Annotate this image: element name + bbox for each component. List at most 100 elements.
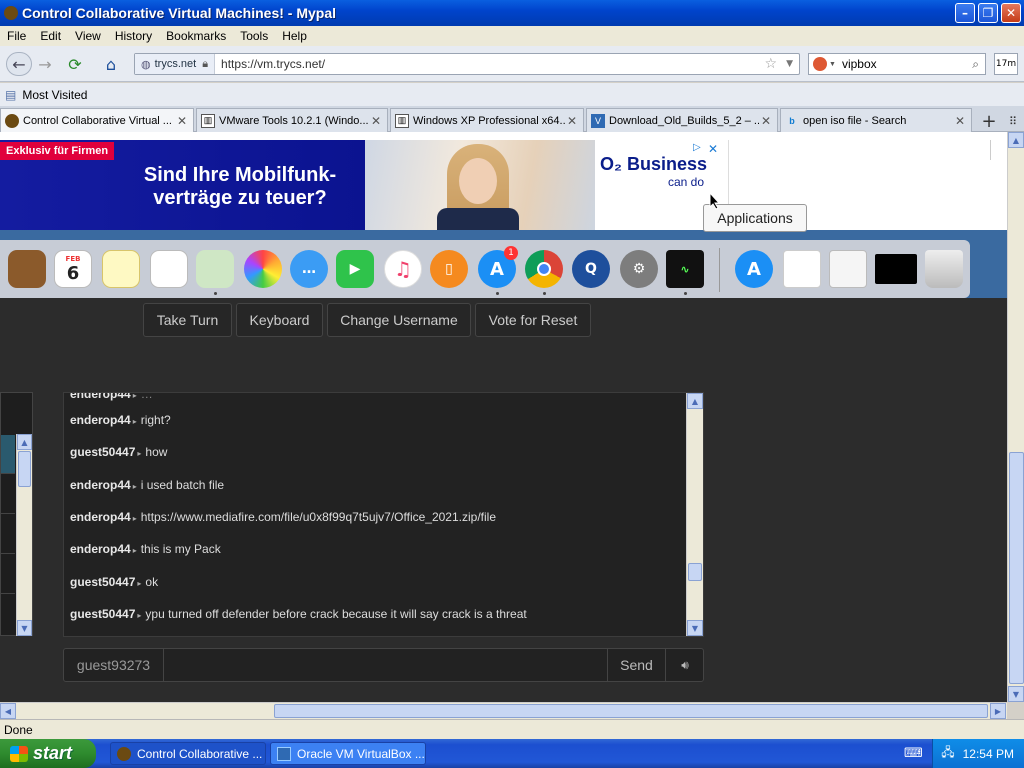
chat-link[interactable]: https://www.mediafire.com/file/u0x8f99q7… (141, 510, 496, 524)
tab-download-old-builds[interactable]: V Download_Old_Builds_5_2 – ... ✕ (586, 108, 778, 132)
maximize-button[interactable]: ❐ (978, 3, 998, 23)
chat-text: how (145, 445, 168, 459)
reload-button[interactable]: ⟳ (62, 52, 88, 76)
new-tab-button[interactable]: + (978, 110, 1000, 132)
clock[interactable]: 12:54 PM (963, 747, 1014, 761)
facetime-icon[interactable]: ▶ (336, 250, 374, 288)
search-box[interactable]: ▼ vipbox ⌕ (808, 53, 986, 75)
page-horizontal-scrollbar[interactable]: ◀ ▶ (0, 702, 1007, 719)
activity-monitor-icon[interactable]: ∿ (666, 250, 704, 288)
scroll-up-icon[interactable]: ▲ (17, 434, 32, 450)
calendar-icon[interactable]: FEB 6 (54, 250, 92, 288)
chat-scrollbar[interactable]: ▲ ▼ (686, 393, 703, 636)
menu-help[interactable]: Help (275, 29, 314, 43)
chat-username: enderop44 (70, 413, 131, 427)
downloads-stack-icon[interactable] (829, 250, 867, 288)
contacts-icon[interactable] (8, 250, 46, 288)
user-list-panel[interactable]: ▲ ▼ (0, 392, 33, 636)
tab-control-collaborative[interactable]: Control Collaborative Virtual ... ✕ (0, 108, 194, 132)
scroll-down-icon[interactable]: ▼ (17, 620, 32, 636)
close-button[interactable]: ✕ (1001, 3, 1021, 23)
chat-message-input[interactable] (165, 649, 607, 681)
applications-folder-icon[interactable]: A (735, 250, 773, 288)
addon-button[interactable]: 17m (994, 53, 1018, 75)
all-tabs-button[interactable]: ⠿ (1004, 110, 1022, 132)
scroll-down-icon[interactable]: ▼ (687, 620, 703, 636)
vote-for-reset-button[interactable]: Vote for Reset (475, 303, 591, 337)
screenshot-stack-icon[interactable] (875, 254, 917, 284)
window-titlebar[interactable]: Control Collaborative Virtual Machines! … (0, 0, 1024, 26)
tab-vmware-tools[interactable]: ▥ VMware Tools 10.2.1 (Windo... ✕ (196, 108, 388, 132)
scroll-down-icon[interactable]: ▼ (1008, 686, 1024, 702)
url-dropdown-icon[interactable]: ▼ (786, 59, 793, 69)
tab-close-icon[interactable]: ✕ (953, 114, 967, 128)
menu-view[interactable]: View (68, 29, 108, 43)
menu-bookmarks[interactable]: Bookmarks (159, 29, 233, 43)
chrome-icon[interactable] (525, 250, 563, 288)
site-identity[interactable]: ◍ trycs.net 🔒︎ (135, 54, 216, 74)
ad-close-icon[interactable]: ✕ (708, 142, 718, 156)
maps-icon[interactable] (196, 250, 234, 288)
start-button[interactable]: start (0, 739, 96, 768)
task-mypal[interactable]: Control Collaborative ... (110, 742, 266, 765)
network-icon[interactable]: 🖧︎ (941, 743, 954, 764)
scroll-thumb[interactable] (18, 451, 31, 487)
trash-icon[interactable] (925, 250, 963, 288)
scroll-thumb[interactable] (274, 704, 988, 718)
menu-file[interactable]: File (0, 29, 33, 43)
duckduckgo-icon[interactable] (813, 57, 827, 71)
search-icon[interactable]: ⌕ (972, 57, 979, 72)
chat-input-bar: guest93273 Send 🔊︎ (63, 648, 704, 682)
adchoices-icon[interactable]: ▷ (693, 142, 701, 153)
ad-banner[interactable]: Exklusiv für Firmen Sind Ihre Mobilfunk-… (0, 140, 1007, 232)
keyboard-tray-icon[interactable]: ⌨ (904, 746, 923, 761)
chat-text: i used batch file (140, 478, 225, 492)
music-icon[interactable]: ♫ (384, 250, 422, 288)
tab-windows-xp[interactable]: ▥ Windows XP Professional x64... ✕ (390, 108, 584, 132)
globe-icon: ◍ (141, 58, 151, 71)
minimize-button[interactable]: – (955, 3, 975, 23)
menu-edit[interactable]: Edit (33, 29, 68, 43)
messages-icon[interactable]: … (290, 250, 328, 288)
page-scrollbar[interactable]: ▲ ▼ (1007, 132, 1024, 702)
forward-button[interactable]: → (34, 52, 56, 76)
scroll-thumb[interactable] (688, 563, 702, 581)
tab-close-icon[interactable]: ✕ (369, 114, 383, 128)
notes-icon[interactable] (102, 250, 140, 288)
tab-close-icon[interactable]: ✕ (175, 114, 189, 128)
menu-history[interactable]: History (108, 29, 159, 43)
chat-messages[interactable]: enderop44 ▸… enderop44 ▸ right? guest50447 ▸… (63, 392, 704, 637)
scroll-thumb[interactable] (1009, 452, 1024, 684)
tab-close-icon[interactable]: ✕ (759, 114, 773, 128)
archive-icon: ▥ (395, 113, 409, 128)
menu-tools[interactable]: Tools (233, 29, 275, 43)
url-bar[interactable]: ◍ trycs.net 🔒︎ https://vm.trycs.net/ ☆ ▼ (134, 53, 800, 75)
task-virtualbox[interactable]: Oracle VM VirtualBox ... (270, 742, 426, 765)
system-preferences-icon[interactable]: ⚙ (620, 250, 658, 288)
take-turn-button[interactable]: Take Turn (143, 303, 232, 337)
keyboard-button[interactable]: Keyboard (236, 303, 323, 337)
home-button[interactable]: ⌂ (98, 52, 124, 76)
search-input[interactable]: vipbox (842, 57, 877, 71)
books-icon[interactable]: ▯ (430, 250, 468, 288)
user-list-scrollbar[interactable]: ▲ ▼ (16, 434, 32, 636)
send-button[interactable]: Send (607, 649, 665, 681)
tab-close-icon[interactable]: ✕ (565, 114, 579, 128)
tab-label: Windows XP Professional x64... (413, 114, 565, 127)
scroll-right-icon[interactable]: ▶ (990, 703, 1006, 719)
reminders-icon[interactable] (150, 250, 188, 288)
document-stack-icon[interactable] (783, 250, 821, 288)
bookmark-star-icon[interactable]: ☆ (764, 56, 777, 72)
minimize-icon: – (962, 6, 968, 20)
scroll-left-icon[interactable]: ◀ (0, 703, 16, 719)
url-input[interactable]: https://vm.trycs.net/ (215, 57, 325, 71)
most-visited-bookmark[interactable]: Most Visited (22, 88, 87, 102)
quicktime-icon[interactable]: Q (572, 250, 610, 288)
tab-open-iso-search[interactable]: b open iso file - Search ✕ (780, 108, 972, 132)
photos-icon[interactable] (244, 250, 282, 288)
back-button[interactable]: ← (6, 52, 32, 76)
scroll-up-icon[interactable]: ▲ (1008, 132, 1024, 148)
sound-toggle-button[interactable]: 🔊︎ (665, 649, 704, 681)
scroll-up-icon[interactable]: ▲ (687, 393, 703, 409)
change-username-button[interactable]: Change Username (327, 303, 471, 337)
